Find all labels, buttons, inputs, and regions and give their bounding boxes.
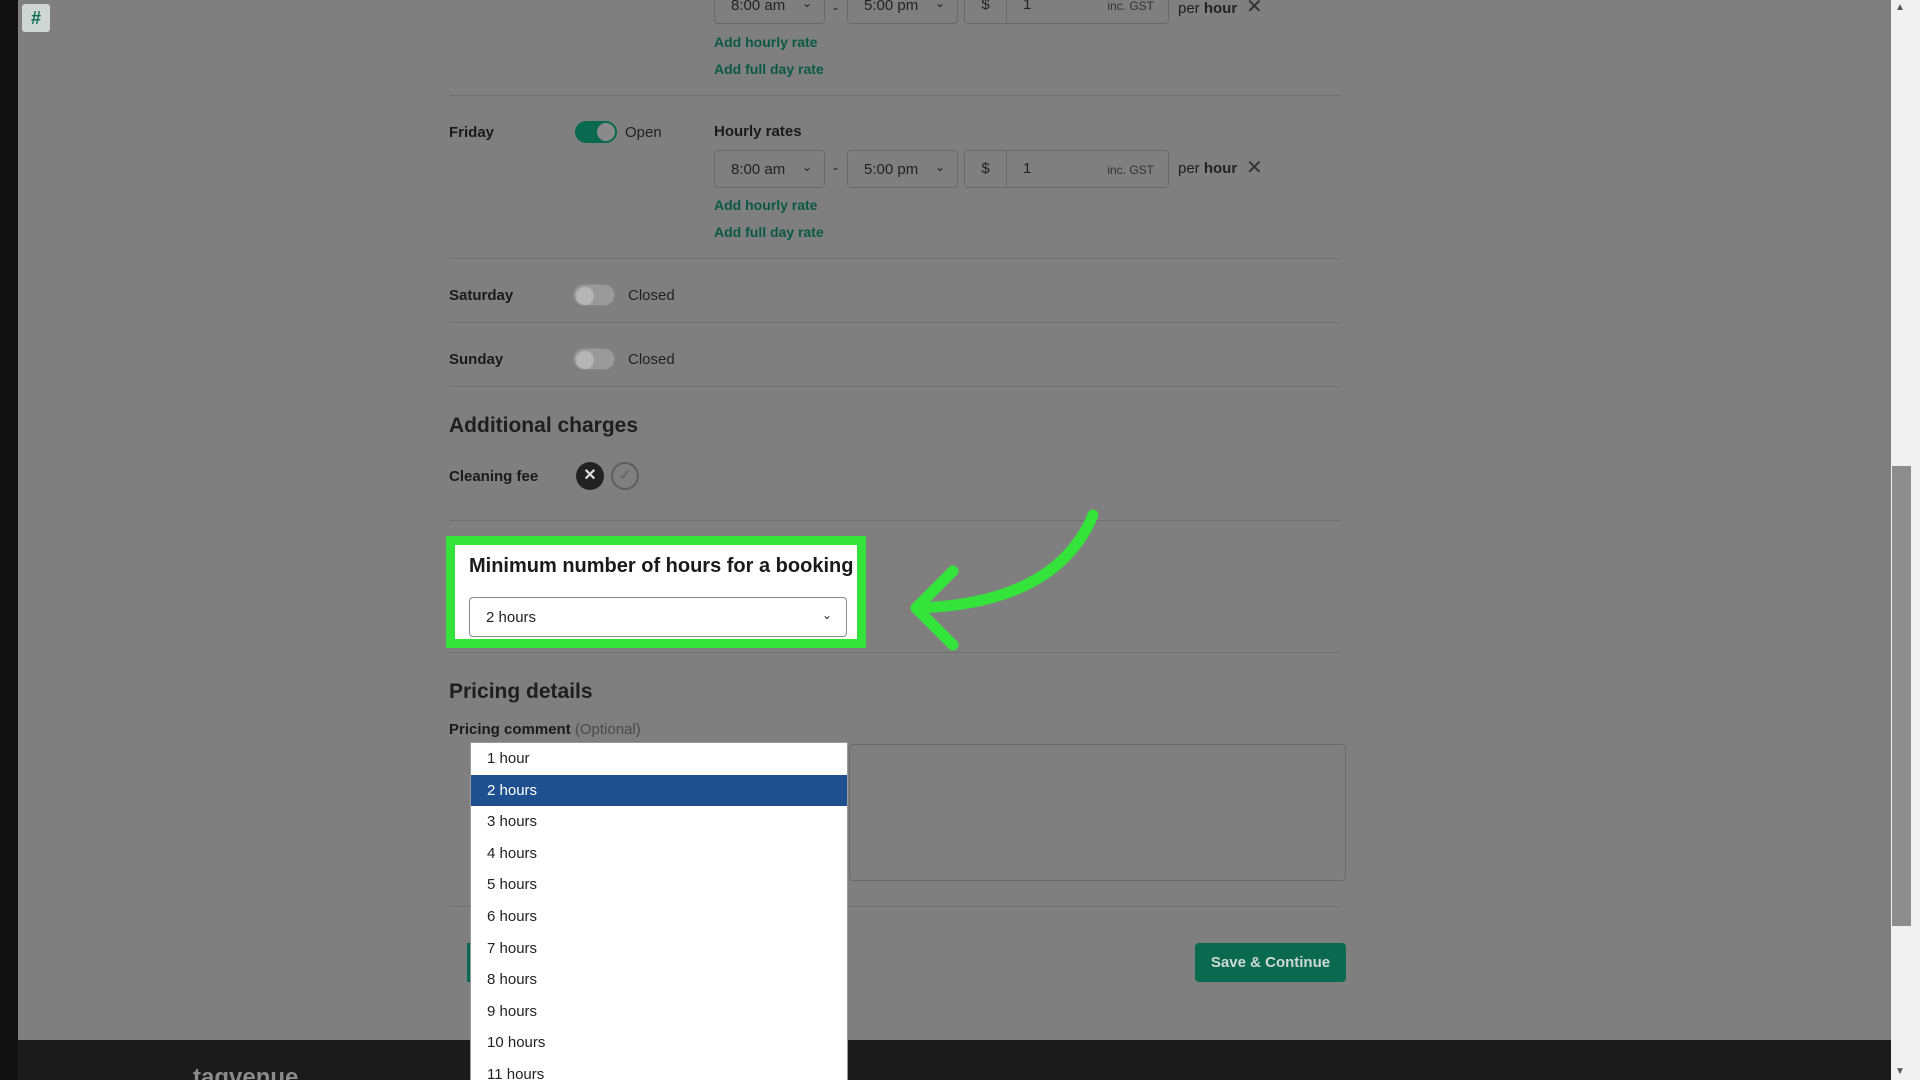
minimum-hours-title: Minimum number of hours for a booking (469, 555, 854, 577)
friday-start-value: 8:00 am (731, 161, 786, 178)
footer-logo: tagvenue (193, 1064, 299, 1080)
save-continue-button[interactable]: Save & Continue (1195, 943, 1346, 982)
hourly-rates-label: Hourly rates (714, 123, 802, 140)
dropdown-option[interactable]: 2 hours (471, 774, 847, 807)
gst-note: inc. GST (1107, 163, 1154, 177)
thursday-start-select[interactable]: 8:00 am ⌄ (714, 0, 825, 24)
scroll-up-icon[interactable]: ▲ (1895, 2, 1905, 13)
time-separator: - (833, 0, 838, 17)
minimum-hours-select[interactable]: 2 hours ⌄ (469, 597, 847, 637)
chevron-down-icon: ⌄ (801, 0, 812, 10)
dropdown-option[interactable]: 7 hours (471, 933, 847, 965)
unit-word: hour (1203, 0, 1238, 17)
cleaning-fee-label: Cleaning fee (449, 468, 539, 485)
chevron-down-icon: ⌄ (801, 160, 812, 174)
dropdown-option[interactable]: 1 hour (471, 743, 847, 775)
dropdown-option[interactable]: 5 hours (471, 869, 847, 901)
friday-end-select[interactable]: 5:00 pm ⌄ (847, 150, 958, 188)
pricing-comment-text: Pricing comment (449, 721, 571, 738)
divider (449, 386, 1340, 387)
footer (18, 1040, 1891, 1080)
saturday-status: Closed (628, 287, 675, 304)
pricing-details-heading: Pricing details (449, 680, 593, 703)
divider (449, 652, 1340, 653)
day-label-friday: Friday (449, 124, 495, 141)
divider (449, 258, 1340, 259)
scrollbar-thumb[interactable] (1892, 466, 1911, 926)
unit-word: hour (1203, 160, 1238, 177)
app-logo-icon[interactable]: # (22, 4, 50, 32)
friday-status: Open (625, 124, 662, 141)
toggle-knob (576, 351, 594, 369)
divider (449, 520, 1340, 521)
chevron-down-icon: ⌄ (934, 160, 945, 174)
dropdown-option[interactable]: 6 hours (471, 901, 847, 933)
dropdown-option[interactable]: 8 hours (471, 964, 847, 996)
dropdown-option[interactable]: 11 hours (471, 1059, 847, 1080)
divider (449, 95, 1340, 96)
minimum-hours-section: Minimum number of hours for a booking 2 … (446, 536, 866, 648)
add-full-day-rate-link[interactable]: Add full day rate (714, 61, 824, 77)
pricing-comment-label: Pricing comment (Optional) (449, 721, 641, 738)
minimum-hours-value: 2 hours (486, 609, 537, 626)
minimum-hours-dropdown[interactable]: 1 hour 2 hours 3 hours 4 hours 5 hours 6 hour… (470, 742, 848, 1080)
per-unit: per hour (1178, 0, 1237, 17)
chevron-down-icon: ⌄ (821, 608, 832, 622)
day-label-sunday: Sunday (449, 351, 504, 368)
close-icon[interactable]: ✕ (576, 462, 604, 490)
additional-charges-heading: Additional charges (449, 414, 639, 437)
sunday-status: Closed (628, 351, 675, 368)
scroll-down-icon[interactable]: ▼ (1895, 1066, 1905, 1077)
toggle-knob (597, 123, 615, 141)
pricing-comment-textarea[interactable] (849, 744, 1346, 881)
add-full-day-rate-link[interactable]: Add full day rate (714, 224, 824, 240)
remove-rate-icon[interactable]: ✕ (1246, 155, 1263, 180)
time-separator: - (833, 160, 838, 177)
friday-rate-input[interactable]: $ 1 inc. GST (964, 150, 1169, 188)
divider (449, 322, 1340, 323)
add-hourly-rate-link[interactable]: Add hourly rate (714, 34, 817, 50)
friday-open-toggle[interactable] (575, 121, 617, 143)
currency-symbol: $ (965, 151, 1007, 187)
thursday-start-value: 8:00 am (731, 0, 786, 14)
check-icon[interactable]: ✓ (611, 462, 639, 490)
gst-note: inc. GST (1107, 0, 1154, 13)
rate-value: 1 (1023, 160, 1032, 177)
friday-end-value: 5:00 pm (864, 161, 919, 178)
dropdown-option[interactable]: 4 hours (471, 838, 847, 870)
per-word: per (1178, 160, 1200, 177)
sunday-open-toggle[interactable] (573, 348, 615, 370)
friday-start-select[interactable]: 8:00 am ⌄ (714, 150, 825, 188)
optional-tag: (Optional) (574, 721, 641, 738)
thursday-end-value: 5:00 pm (864, 0, 919, 14)
rate-value: 1 (1023, 0, 1032, 13)
toggle-knob (576, 287, 594, 305)
day-label-saturday: Saturday (449, 287, 514, 304)
thursday-end-select[interactable]: 5:00 pm ⌄ (847, 0, 958, 24)
dropdown-option[interactable]: 3 hours (471, 806, 847, 838)
remove-rate-icon[interactable]: ✕ (1246, 0, 1263, 19)
dropdown-option[interactable]: 10 hours (471, 1027, 847, 1059)
per-word: per (1178, 0, 1200, 17)
annotation-arrow-icon (910, 509, 1098, 651)
chevron-down-icon: ⌄ (934, 0, 945, 10)
page: # 8:00 am ⌄ - 5:00 pm ⌄ $ 1 inc. GST per… (18, 0, 1891, 1080)
currency-symbol: $ (965, 0, 1007, 23)
add-hourly-rate-link[interactable]: Add hourly rate (714, 197, 817, 213)
per-unit: per hour (1178, 160, 1237, 177)
dropdown-option[interactable]: 9 hours (471, 996, 847, 1028)
thursday-rate-input[interactable]: $ 1 inc. GST (964, 0, 1169, 24)
saturday-open-toggle[interactable] (573, 284, 615, 306)
